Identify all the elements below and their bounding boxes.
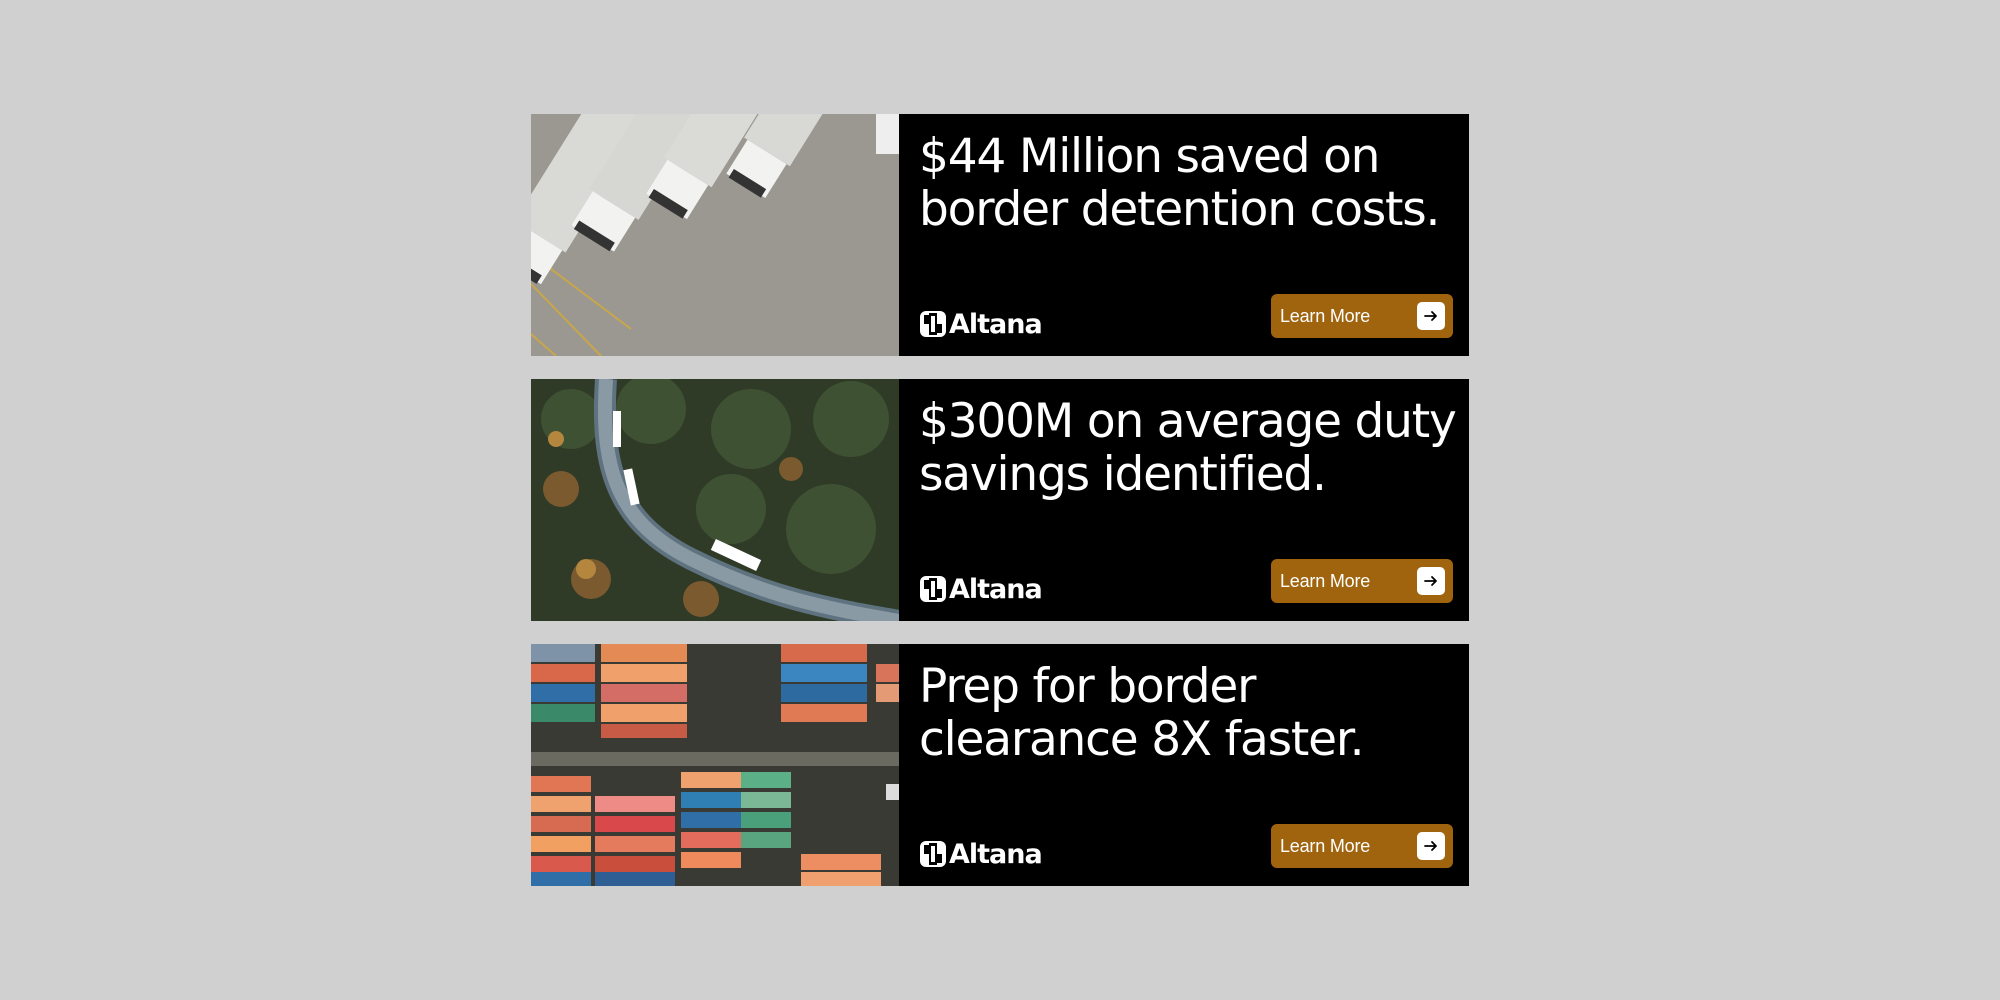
altana-mark-icon [920,311,946,337]
arrow-right-icon [1417,302,1445,330]
arrow-right-icon [1417,832,1445,860]
learn-more-button[interactable]: Learn More [1271,559,1453,603]
forest-road-illustration [531,379,899,621]
altana-mark-icon [920,841,946,867]
altana-wordmark: Altana [949,308,1043,340]
aerial-trucks-forest-road-photo [531,379,899,621]
altana-mark-icon [920,576,946,602]
headline-line-1: $300M on average duty [919,394,1457,449]
trucks-parked-illustration [531,114,899,356]
headline-line-2: border detention costs. [919,182,1440,237]
learn-more-label: Learn More [1280,570,1371,591]
ad-banner-duty-savings[interactable]: $300M on average duty savings identified… [531,379,1469,621]
altana-wordmark: Altana [949,838,1043,870]
shipping-containers-illustration [531,644,899,886]
altana-logo: Altana [919,308,1043,340]
banner-stack: $44 Million saved on border detention co… [531,114,1469,909]
aerial-trucks-parked-photo [531,114,899,356]
altana-logo: Altana [919,838,1043,870]
ad-banner-border-clearance[interactable]: Prep for border clearance 8X faster. Alt… [531,644,1469,886]
learn-more-button[interactable]: Learn More [1271,824,1453,868]
altana-logo: Altana [919,573,1043,605]
learn-more-button[interactable]: Learn More [1271,294,1453,338]
arrow-right-icon [1417,567,1445,595]
ad-headline: Prep for border clearance 8X faster. [919,660,1459,766]
headline-line-2: savings identified. [919,447,1327,502]
ad-headline: $300M on average duty savings identified… [919,395,1459,501]
headline-line-1: $44 Million saved on [919,129,1380,184]
aerial-shipping-containers-photo [531,644,899,886]
headline-line-2: clearance 8X faster. [919,712,1365,767]
learn-more-label: Learn More [1280,305,1371,326]
altana-wordmark: Altana [949,573,1043,605]
headline-line-1: Prep for border [919,659,1256,714]
ad-copy-panel: $44 Million saved on border detention co… [899,114,1469,356]
learn-more-label: Learn More [1280,835,1371,856]
ad-copy-panel: $300M on average duty savings identified… [899,379,1469,621]
ad-banner-detention[interactable]: $44 Million saved on border detention co… [531,114,1469,356]
ad-headline: $44 Million saved on border detention co… [919,130,1459,236]
ad-copy-panel: Prep for border clearance 8X faster. Alt… [899,644,1469,886]
